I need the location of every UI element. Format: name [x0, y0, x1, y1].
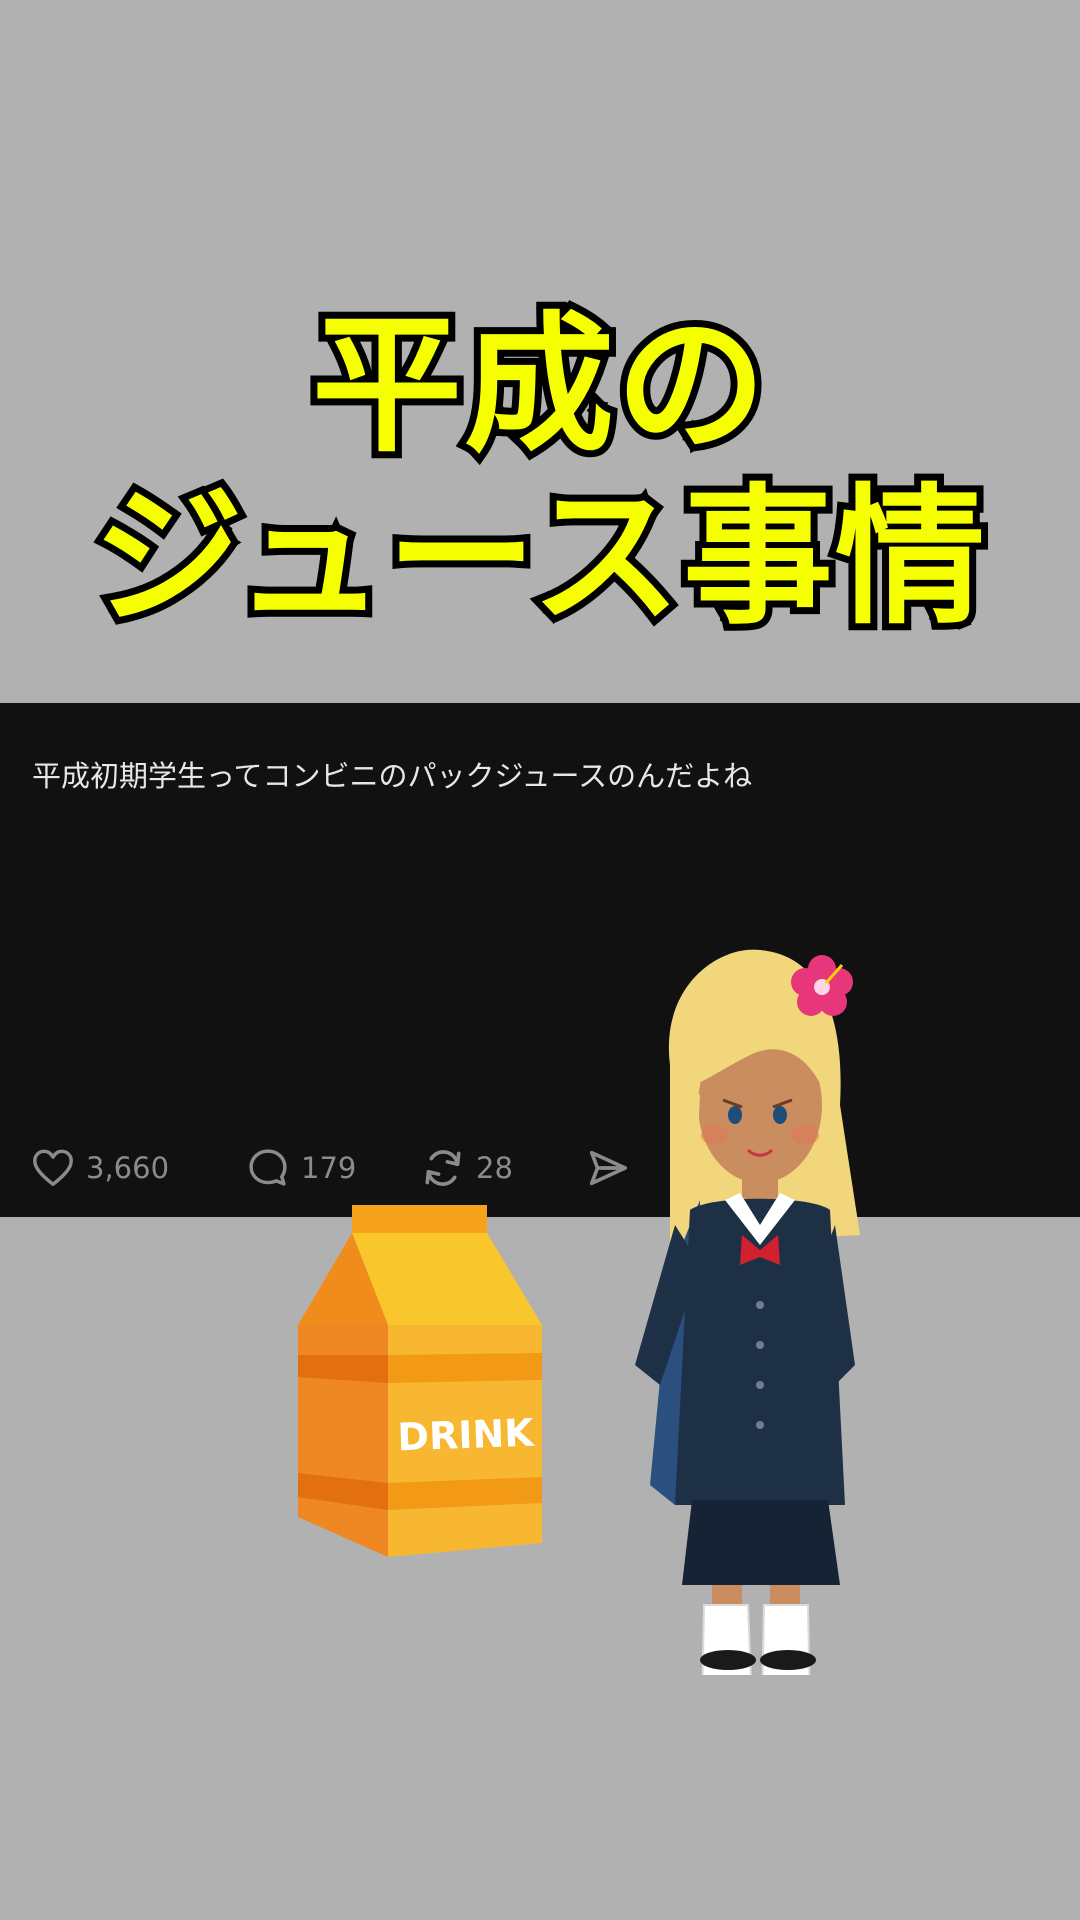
title-line-2: ジュース事情 — [86, 465, 992, 651]
video-title: 平成の ジュース事情 — [0, 293, 1080, 651]
like-count: 3,660 — [86, 1151, 170, 1185]
reply-bubble-icon — [249, 1149, 287, 1186]
carton-label: DRINK — [397, 1411, 536, 1460]
reply-count: 179 — [301, 1151, 357, 1185]
like-button[interactable]: 3,660 — [30, 1145, 245, 1191]
reply-button[interactable]: 179 — [245, 1145, 420, 1191]
drink-carton-illustration: DRINK — [298, 1205, 542, 1557]
post-actions: 3,660 179 28 — [30, 1140, 631, 1196]
repost-icon — [425, 1150, 461, 1186]
share-button[interactable] — [585, 1145, 631, 1191]
schoolgirl-illustration — [635, 949, 860, 1675]
share-send-icon — [589, 1150, 628, 1186]
repost-button[interactable]: 28 — [420, 1145, 585, 1191]
heart-icon — [33, 1149, 73, 1187]
repost-count: 28 — [476, 1151, 513, 1185]
post-text: 平成初期学生ってコンビニのパックジュースのんだよね — [32, 759, 753, 793]
post-card: 平成初期学生ってコンビニのパックジュースのんだよね 3,660 179 28 — [0, 703, 1080, 1217]
title-line-1: 平成の — [305, 293, 773, 479]
